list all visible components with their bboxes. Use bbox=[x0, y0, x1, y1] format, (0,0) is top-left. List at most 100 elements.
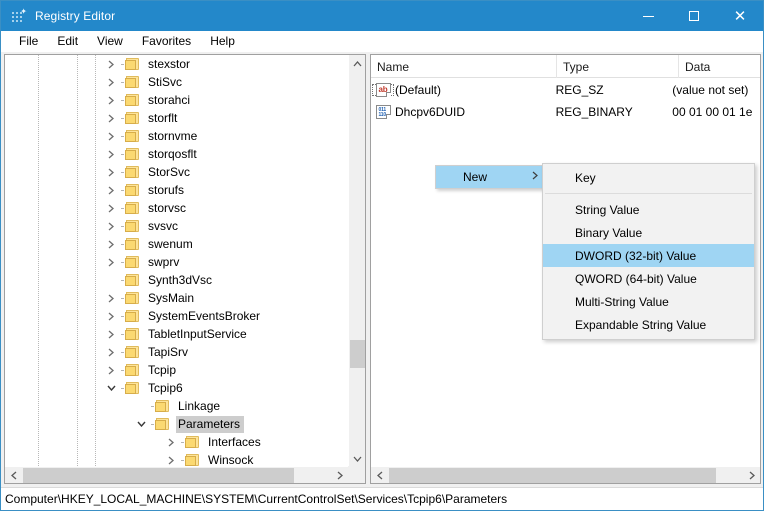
tree-node[interactable]: swenum bbox=[5, 235, 348, 253]
context-menu-item-new[interactable]: New bbox=[436, 166, 544, 188]
context-menu-item[interactable]: QWORD (64-bit) Value bbox=[543, 267, 754, 290]
tree-node[interactable]: StorSvc bbox=[5, 163, 348, 181]
tree-node[interactable]: Tcpip bbox=[5, 361, 348, 379]
menu-bar: File Edit View Favorites Help bbox=[1, 31, 763, 52]
tree-vscroll-thumb[interactable] bbox=[350, 340, 365, 368]
folder-icon bbox=[155, 417, 171, 431]
tree-node[interactable]: Winsock bbox=[5, 451, 348, 467]
menu-view[interactable]: View bbox=[88, 32, 132, 51]
tree-node[interactable]: stornvme bbox=[5, 127, 348, 145]
chevron-right-icon[interactable] bbox=[103, 163, 119, 181]
menu-file[interactable]: File bbox=[10, 32, 47, 51]
chevron-down-icon[interactable] bbox=[103, 379, 119, 397]
tree-node[interactable]: Synth3dVsc bbox=[5, 271, 348, 289]
tree-vertical-scrollbar[interactable] bbox=[348, 55, 365, 467]
scroll-left-icon[interactable] bbox=[5, 467, 22, 483]
scroll-up-icon[interactable] bbox=[349, 55, 365, 72]
tree-node[interactable]: stexstor bbox=[5, 55, 348, 73]
chevron-right-icon[interactable] bbox=[103, 199, 119, 217]
context-menu-item[interactable]: Key bbox=[543, 166, 754, 189]
chevron-right-icon[interactable] bbox=[163, 433, 179, 451]
tree-node[interactable]: Parameters bbox=[5, 415, 348, 433]
tree-horizontal-scrollbar[interactable] bbox=[5, 466, 348, 483]
menu-favorites[interactable]: Favorites bbox=[133, 32, 200, 51]
tree-node[interactable]: storahci bbox=[5, 91, 348, 109]
list-horizontal-scrollbar[interactable] bbox=[371, 466, 760, 483]
tree-node[interactable]: SystemEventsBroker bbox=[5, 307, 348, 325]
window-controls: ✕ bbox=[625, 1, 763, 31]
tree-node[interactable]: Interfaces bbox=[5, 433, 348, 451]
tree-scroll-corner bbox=[348, 466, 365, 483]
table-row[interactable]: ab (Default) REG_SZ (value not set) bbox=[371, 79, 760, 101]
string-value-icon: ab bbox=[371, 83, 395, 97]
context-menu-item[interactable]: DWORD (32-bit) Value bbox=[543, 244, 754, 267]
context-menu-item-label: Expandable String Value bbox=[575, 317, 707, 332]
context-menu-item[interactable]: Binary Value bbox=[543, 221, 754, 244]
folder-icon bbox=[125, 273, 141, 287]
tree-node[interactable]: svsvc bbox=[5, 217, 348, 235]
context-menu-item[interactable]: Multi-String Value bbox=[543, 290, 754, 313]
chevron-right-icon[interactable] bbox=[103, 217, 119, 235]
status-bar: Computer\HKEY_LOCAL_MACHINE\SYSTEM\Curre… bbox=[1, 487, 763, 510]
close-button[interactable]: ✕ bbox=[717, 1, 763, 31]
chevron-right-icon[interactable] bbox=[103, 109, 119, 127]
scroll-left-icon[interactable] bbox=[371, 467, 388, 483]
table-row[interactable]: 011 110 Dhcpv6DUID REG_BINARY 00 01 00 01… bbox=[371, 101, 760, 123]
tree-node[interactable]: storufs bbox=[5, 181, 348, 199]
tree-node[interactable]: SysMain bbox=[5, 289, 348, 307]
column-header-type[interactable]: Type bbox=[557, 55, 679, 78]
chevron-right-icon[interactable] bbox=[103, 289, 119, 307]
menu-edit[interactable]: Edit bbox=[48, 32, 87, 51]
chevron-right-icon[interactable] bbox=[103, 127, 119, 145]
chevron-right-icon[interactable] bbox=[103, 55, 119, 73]
registry-tree-panel[interactable]: stexstor StiSvc storahci storflt stornvme sto… bbox=[4, 54, 366, 484]
close-icon: ✕ bbox=[733, 7, 747, 25]
tree-node-label: Synth3dVsc bbox=[148, 272, 213, 287]
title-bar[interactable]: ✦ Registry Editor ✕ bbox=[1, 1, 763, 31]
tree-node[interactable]: StiSvc bbox=[5, 73, 348, 91]
context-menu-new-submenu[interactable]: Key String Value Binary Value DWORD (32-bit… bbox=[542, 163, 755, 340]
menu-help[interactable]: Help bbox=[201, 32, 244, 51]
chevron-right-icon[interactable] bbox=[103, 253, 119, 271]
column-header-data[interactable]: Data bbox=[679, 55, 760, 78]
tree-node-label: TabletInputService bbox=[148, 326, 247, 341]
scroll-right-icon[interactable] bbox=[743, 467, 760, 483]
tree-node[interactable]: storqosflt bbox=[5, 145, 348, 163]
registry-grid-icon: ✦ bbox=[10, 8, 27, 24]
context-menu-new[interactable]: New bbox=[435, 165, 545, 189]
tree-node[interactable]: Tcpip6 bbox=[5, 379, 348, 397]
column-header-name[interactable]: Name bbox=[371, 55, 557, 78]
tree-node[interactable]: swprv bbox=[5, 253, 348, 271]
tree-hscroll-thumb[interactable] bbox=[23, 468, 294, 483]
value-name: Dhcpv6DUID bbox=[395, 105, 466, 119]
chevron-right-icon[interactable] bbox=[103, 325, 119, 343]
chevron-right-icon[interactable] bbox=[103, 361, 119, 379]
scroll-down-icon[interactable] bbox=[349, 450, 365, 467]
list-hscroll-thumb[interactable] bbox=[389, 468, 716, 483]
scroll-right-icon[interactable] bbox=[331, 467, 348, 483]
tree-node[interactable]: storvsc bbox=[5, 199, 348, 217]
chevron-down-icon[interactable] bbox=[133, 415, 149, 433]
maximize-button[interactable] bbox=[671, 1, 717, 31]
folder-icon bbox=[125, 75, 141, 89]
chevron-right-icon[interactable] bbox=[103, 343, 119, 361]
tree-node[interactable]: TabletInputService bbox=[5, 325, 348, 343]
tree-vscroll-track[interactable] bbox=[349, 72, 365, 450]
chevron-right-icon[interactable] bbox=[103, 235, 119, 253]
chevron-right-icon[interactable] bbox=[103, 181, 119, 199]
tree-node[interactable]: storflt bbox=[5, 109, 348, 127]
chevron-right-icon[interactable] bbox=[103, 145, 119, 163]
tree-node[interactable]: Linkage bbox=[5, 397, 348, 415]
tree-node-label: StorSvc bbox=[148, 164, 191, 179]
tree-node[interactable]: TapiSrv bbox=[5, 343, 348, 361]
minimize-button[interactable] bbox=[625, 1, 671, 31]
context-menu-item[interactable]: String Value bbox=[543, 198, 754, 221]
chevron-right-icon[interactable] bbox=[103, 307, 119, 325]
chevron-right-icon[interactable] bbox=[103, 91, 119, 109]
context-menu-item[interactable]: Expandable String Value bbox=[543, 313, 754, 336]
chevron-right-icon[interactable] bbox=[103, 73, 119, 91]
folder-icon bbox=[125, 147, 141, 161]
value-name: (Default) bbox=[395, 83, 442, 97]
chevron-right-icon[interactable] bbox=[163, 451, 179, 467]
